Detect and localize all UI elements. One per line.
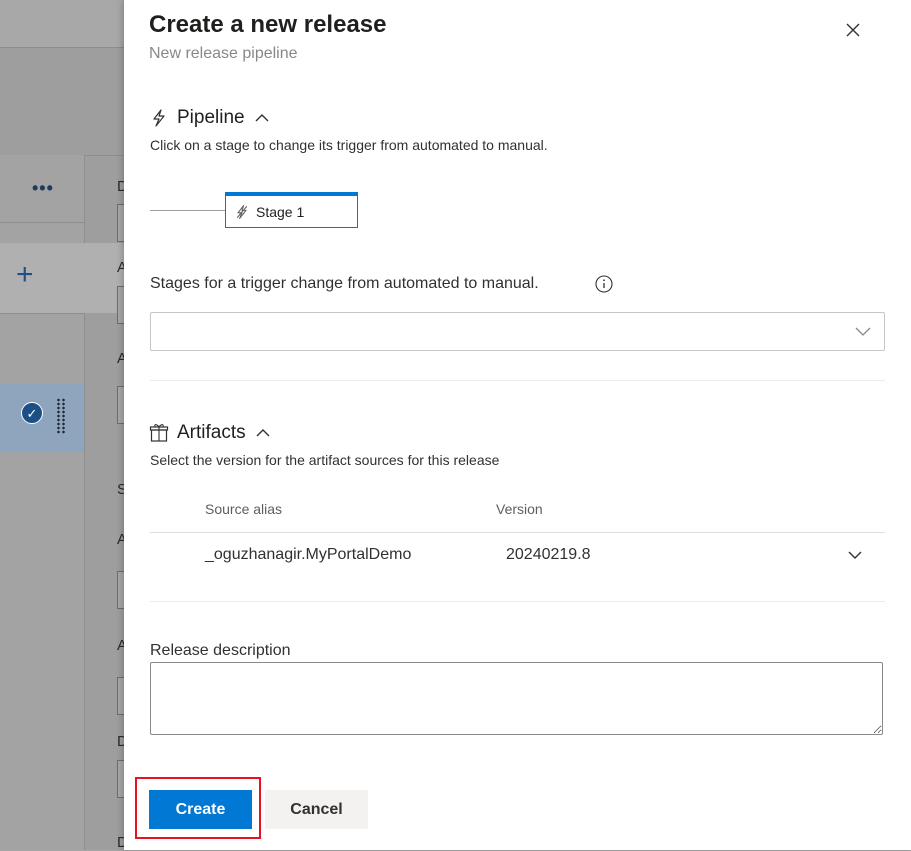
- release-description-input[interactable]: [150, 662, 883, 735]
- chevron-up-icon[interactable]: [253, 109, 271, 127]
- table-header-divider: [150, 532, 885, 533]
- stages-dropdown[interactable]: [150, 312, 885, 351]
- chevron-down-icon: [855, 327, 871, 336]
- stage-connector: [150, 210, 226, 211]
- pipeline-section-header[interactable]: Pipeline: [149, 107, 271, 129]
- manual-trigger-icon: [236, 204, 248, 219]
- panel-title: Create a new release: [149, 11, 387, 38]
- pipeline-description: Click on a stage to change its trigger f…: [150, 137, 548, 153]
- artifact-source-alias: _oguzhanagir.MyPortalDemo: [205, 546, 412, 563]
- panel-subtitle: New release pipeline: [149, 45, 298, 62]
- create-release-panel: Create a new release New release pipelin…: [124, 0, 911, 850]
- artifacts-heading: Artifacts: [177, 422, 246, 443]
- check-circle-icon: ✓: [21, 402, 43, 424]
- release-description-label: Release description: [150, 642, 291, 659]
- close-icon[interactable]: [841, 18, 865, 42]
- stage-node[interactable]: Stage 1: [225, 192, 358, 228]
- background-header: [0, 0, 124, 48]
- column-header-source-alias: Source alias: [205, 501, 283, 517]
- stage-name: Stage 1: [256, 203, 305, 220]
- artifacts-section-header[interactable]: Artifacts: [149, 422, 272, 444]
- background-selected-item[interactable]: [0, 384, 84, 452]
- create-button[interactable]: Create: [149, 790, 252, 829]
- chevron-up-icon[interactable]: [254, 424, 272, 442]
- more-options-icon[interactable]: •••: [32, 178, 54, 199]
- artifact-version-value[interactable]: 20240219.8: [506, 546, 591, 564]
- chevron-down-icon[interactable]: [846, 546, 864, 564]
- lightning-icon: [153, 109, 165, 127]
- cancel-button[interactable]: Cancel: [265, 790, 368, 829]
- artifacts-description: Select the version for the artifact sour…: [150, 452, 500, 468]
- background-divider: [0, 313, 84, 314]
- section-divider: [150, 380, 885, 381]
- background-divider: [0, 222, 84, 223]
- pipeline-heading: Pipeline: [177, 107, 245, 128]
- info-icon[interactable]: [595, 275, 613, 293]
- add-icon[interactable]: +: [16, 260, 34, 290]
- gift-box-icon: [149, 424, 169, 442]
- section-divider: [150, 601, 885, 602]
- trigger-change-label: Stages for a trigger change from automat…: [150, 275, 539, 292]
- drag-handle-icon[interactable]: [56, 398, 66, 434]
- column-header-version: Version: [496, 501, 543, 517]
